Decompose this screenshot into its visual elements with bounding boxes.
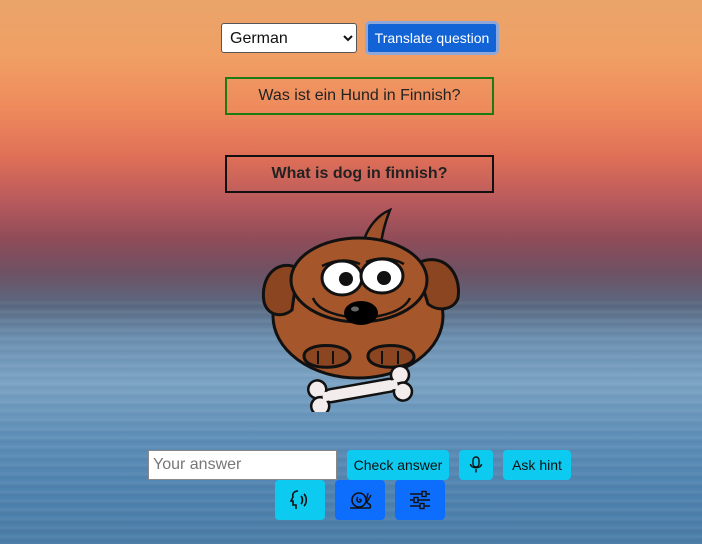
sliders-icon (410, 490, 430, 510)
check-answer-button[interactable]: Check answer (347, 450, 449, 480)
translate-question-button[interactable]: Translate question (365, 21, 499, 55)
answer-input[interactable] (148, 450, 337, 480)
snail-icon (350, 492, 372, 509)
slow-speech-button[interactable] (335, 480, 385, 520)
language-select[interactable]: German (221, 23, 357, 53)
settings-button[interactable] (395, 480, 445, 520)
ask-hint-button[interactable]: Ask hint (503, 450, 571, 480)
dog-illustration (261, 207, 460, 412)
microphone-icon (469, 456, 483, 473)
microphone-button[interactable] (459, 450, 493, 480)
translated-question: Was ist ein Hund in Finnish? (225, 77, 494, 115)
speak-button[interactable] (275, 480, 325, 520)
original-question: What is dog in finnish? (225, 155, 494, 193)
speaking-head-icon (289, 490, 308, 509)
